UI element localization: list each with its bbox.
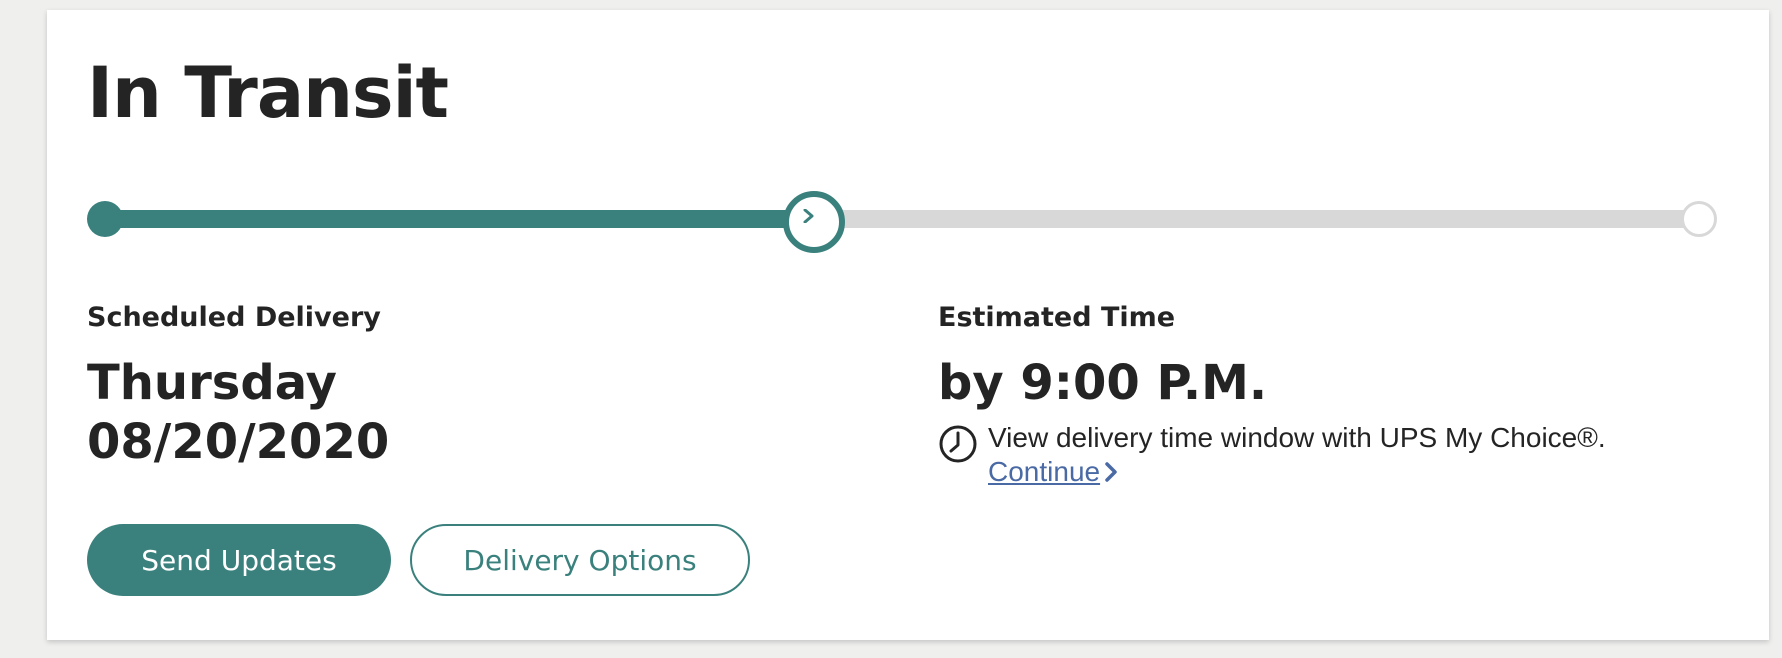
clock-icon (939, 425, 977, 463)
delivery-options-button[interactable]: Delivery Options (410, 524, 750, 596)
progress-step-current (783, 191, 846, 253)
delivery-window-text: View delivery time window with UPS My Ch… (988, 422, 1606, 453)
send-updates-button[interactable]: Send Updates (87, 524, 391, 596)
chevron-right-icon[interactable] (1104, 461, 1118, 483)
tracking-card: In Transit Scheduled Delivery Thursday 0… (47, 10, 1769, 640)
continue-link[interactable]: Continue (988, 455, 1100, 489)
scheduled-delivery-day: Thursday (87, 355, 337, 411)
progress-tracker (87, 191, 1717, 253)
progress-fill (104, 210, 815, 228)
estimated-time-label: Estimated Time (938, 302, 1176, 333)
status-title: In Transit (87, 52, 449, 134)
delivery-window-note: View delivery time window with UPS My Ch… (938, 421, 1728, 489)
estimated-time-section: Estimated Time by 9:00 P.M. View deliver… (938, 300, 1728, 489)
continue-link-label: Continue (988, 456, 1101, 487)
scheduled-delivery-section: Scheduled Delivery Thursday 08/20/2020 (87, 300, 847, 472)
scheduled-delivery-date: 08/20/2020 (87, 414, 390, 470)
chevron-right-icon (803, 209, 814, 223)
progress-step-end (1681, 201, 1717, 237)
estimated-time-value: by 9:00 P.M. (938, 355, 1268, 411)
scheduled-delivery-label: Scheduled Delivery (87, 302, 381, 333)
progress-step-start (87, 201, 123, 237)
